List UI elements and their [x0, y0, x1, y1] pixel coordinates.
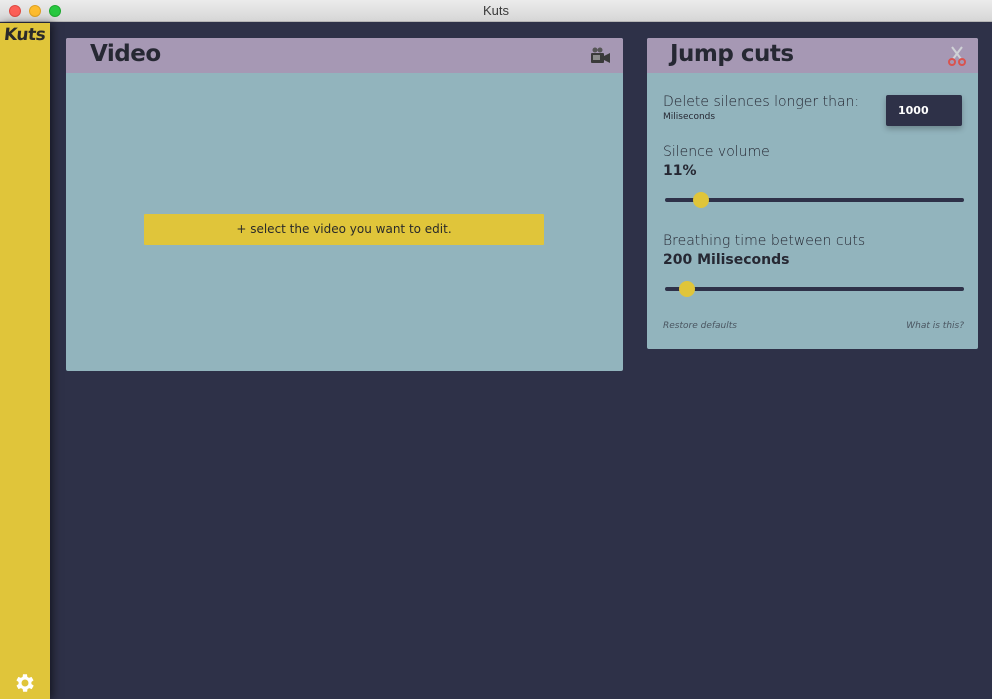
scissors-icon	[948, 46, 966, 66]
title-bar: Kuts	[0, 0, 992, 22]
delete-silences-label: Delete silences longer than:	[663, 94, 860, 110]
silence-volume-label: Silence volume	[663, 144, 770, 160]
what-is-this-link[interactable]: What is this?	[906, 321, 964, 331]
app-logo: Kuts	[2, 25, 47, 45]
silence-volume-value: 11%	[663, 163, 697, 179]
silence-volume-slider-thumb[interactable]	[692, 192, 709, 208]
delete-silences-unit: Miliseconds	[663, 112, 716, 122]
video-panel: Video + select the video you want to edi…	[66, 38, 623, 371]
restore-defaults-link[interactable]: Restore defaults	[663, 321, 737, 331]
sidebar: Kuts	[0, 23, 50, 699]
breathing-time-slider-thumb[interactable]	[679, 281, 696, 297]
select-video-button[interactable]: + select the video you want to edit.	[144, 214, 544, 245]
breathing-time-label: Breathing time between cuts	[663, 233, 866, 249]
jump-cuts-panel-title: Jump cuts	[670, 41, 794, 67]
video-panel-title: Video	[90, 41, 161, 67]
jump-cuts-panel: Jump cuts Delete silences longer than: M…	[647, 38, 978, 349]
jump-cuts-panel-header: Jump cuts	[647, 38, 978, 73]
delete-silences-input[interactable]	[886, 95, 962, 126]
video-panel-header: Video	[66, 38, 623, 73]
window-title: Kuts	[482, 3, 509, 18]
breathing-time-slider[interactable]	[665, 281, 964, 297]
breathing-time-value: 200 Miliseconds	[663, 252, 790, 268]
gear-icon[interactable]	[13, 671, 37, 695]
video-camera-icon	[591, 47, 610, 63]
silence-volume-slider[interactable]	[665, 192, 964, 208]
